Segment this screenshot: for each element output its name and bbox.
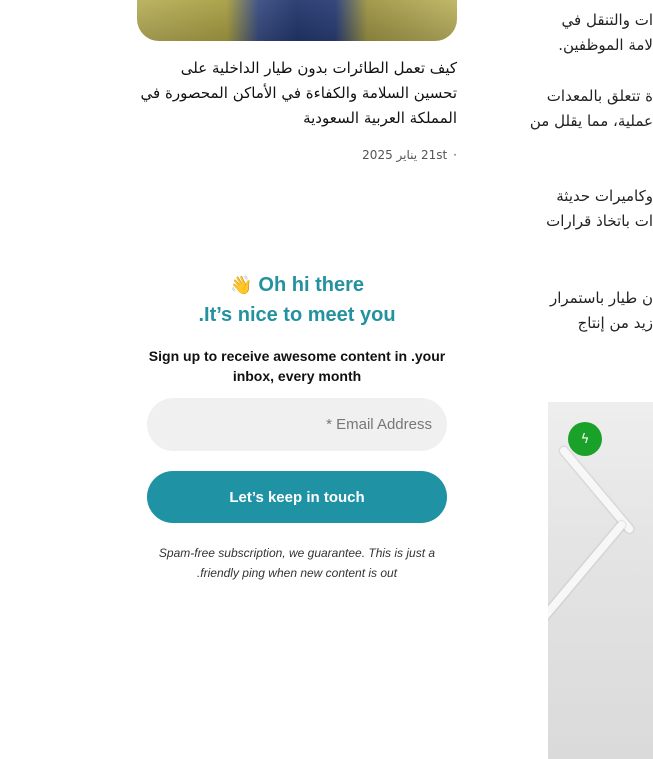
article-paragraph: ات والتنقل في لامة الموظفين. <box>505 8 653 58</box>
article-line: عملية، مما يقلل من <box>529 112 653 130</box>
subscribe-description: Sign up to receive awesome content in .y… <box>148 348 446 384</box>
turbine-blade <box>548 519 628 678</box>
article-line: ات باتخاذ قرارات <box>546 212 653 230</box>
wind-turbine-image <box>548 402 653 759</box>
greeting-heading: 👋 Oh hi there <box>137 272 457 298</box>
subscribe-button[interactable]: Let’s keep in touch <box>147 471 447 523</box>
article-paragraph: وكاميرات حديثة ات باتخاذ قرارات <box>505 184 653 234</box>
meta-separator: · <box>453 148 457 162</box>
email-field[interactable] <box>147 398 447 451</box>
post-meta: · 21st يناير 2025 <box>300 148 457 162</box>
article-line: ن طيار باستمرار <box>549 289 653 307</box>
article-line: لامة الموظفين. <box>558 36 653 54</box>
article-line: ة تتعلق بالمعدات <box>546 87 653 105</box>
post-date: 21st يناير 2025 <box>362 148 448 162</box>
article-paragraph: ن طيار باستمرار زيد من إنتاج <box>505 286 653 336</box>
article-paragraph: ة تتعلق بالمعدات عملية، مما يقلل من <box>505 84 653 134</box>
article-line: زيد من إنتاج <box>577 314 653 332</box>
greeting-line2: .It’s nice to meet you <box>198 304 396 326</box>
lightning-bolt-icon: ϟ <box>568 422 602 456</box>
post-title[interactable]: كيف تعمل الطائرات بدون طيار الداخلية على… <box>137 56 457 131</box>
spam-note: Spam-free subscription, we guarantee. Th… <box>158 546 436 580</box>
article-line: وكاميرات حديثة <box>556 187 653 205</box>
post-thumbnail[interactable] <box>137 0 457 41</box>
article-line: ات والتنقل في <box>561 11 653 29</box>
waving-hand-icon: 👋 <box>230 275 253 295</box>
greeting-line1: Oh hi there <box>258 274 364 296</box>
